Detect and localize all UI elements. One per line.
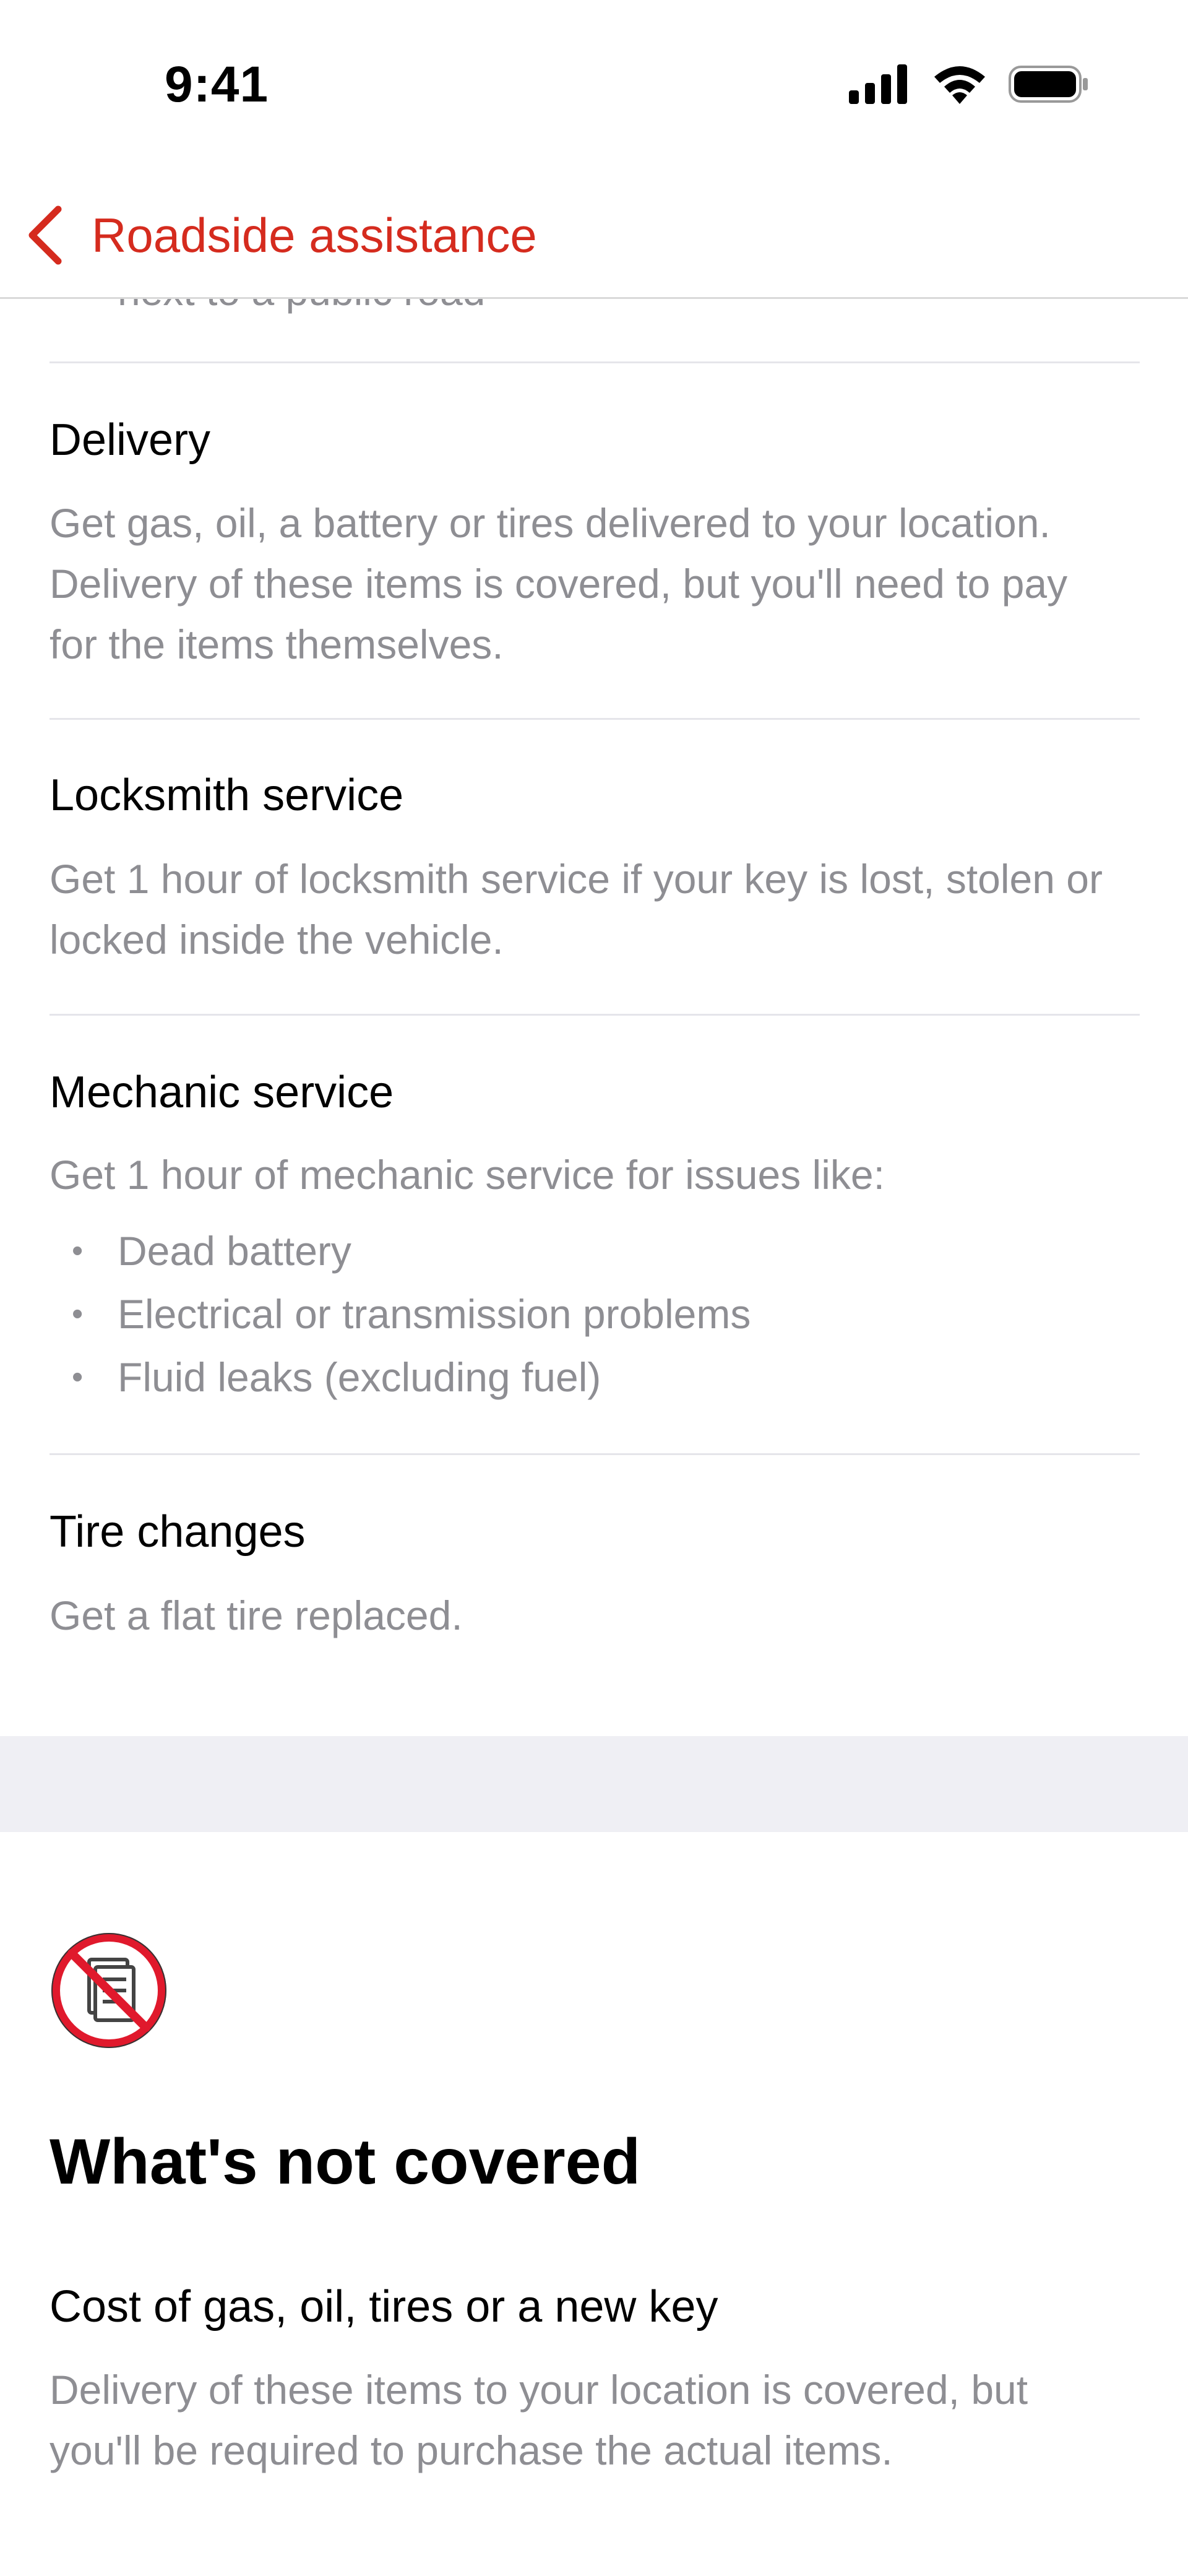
status-bar: 9:41 (0, 0, 1188, 173)
mechanic-description: Get 1 hour of mechanic service for issue… (50, 1152, 885, 1198)
locksmith-description: Get 1 hour of locksmith service if your … (50, 856, 1103, 962)
back-label: Roadside assistance (92, 207, 537, 262)
prohibited-document-icon (51, 1933, 166, 2048)
battery-icon (1009, 66, 1088, 103)
tire-changes-description: Get a flat tire replaced. (50, 1593, 463, 1638)
list-item: Fluid leaks (excluding fuel) (50, 1346, 751, 1409)
locksmith-title: Locksmith service (50, 771, 404, 820)
delivery-title: Delivery (50, 415, 211, 465)
back-button[interactable]: Roadside assistance (24, 173, 537, 297)
navigation-bar: Roadside assistance (0, 173, 1188, 299)
divider (50, 1014, 1140, 1016)
section-separator (0, 1736, 1188, 1832)
mechanic-title: Mechanic service (50, 1068, 394, 1117)
signal-icon (849, 64, 907, 104)
status-time: 9:41 (165, 56, 269, 113)
not-covered-title: What's not covered (50, 2126, 641, 2198)
delivery-description: Get gas, oil, a battery or tires deliver… (50, 500, 1068, 667)
divider (50, 718, 1140, 720)
list-item: Dead battery (50, 1219, 751, 1282)
list-item: Electrical or transmission problems (50, 1282, 751, 1346)
divider (50, 1453, 1140, 1455)
mechanic-issue-list: Dead battery Electrical or transmission … (50, 1219, 751, 1409)
roadside-assistance-screen: 9:41 Roadside assistance Delivery Get ga… (0, 0, 1188, 2576)
tire-changes-title: Tire changes (50, 1507, 306, 1557)
status-icons (849, 64, 1089, 104)
chevron-left-icon (28, 205, 62, 265)
not-covered-item-title: Cost of gas, oil, tires or a new key (50, 2282, 718, 2332)
not-covered-item-description: Delivery of these items to your location… (50, 2367, 1028, 2473)
wifi-icon (934, 66, 985, 104)
divider (50, 361, 1140, 363)
